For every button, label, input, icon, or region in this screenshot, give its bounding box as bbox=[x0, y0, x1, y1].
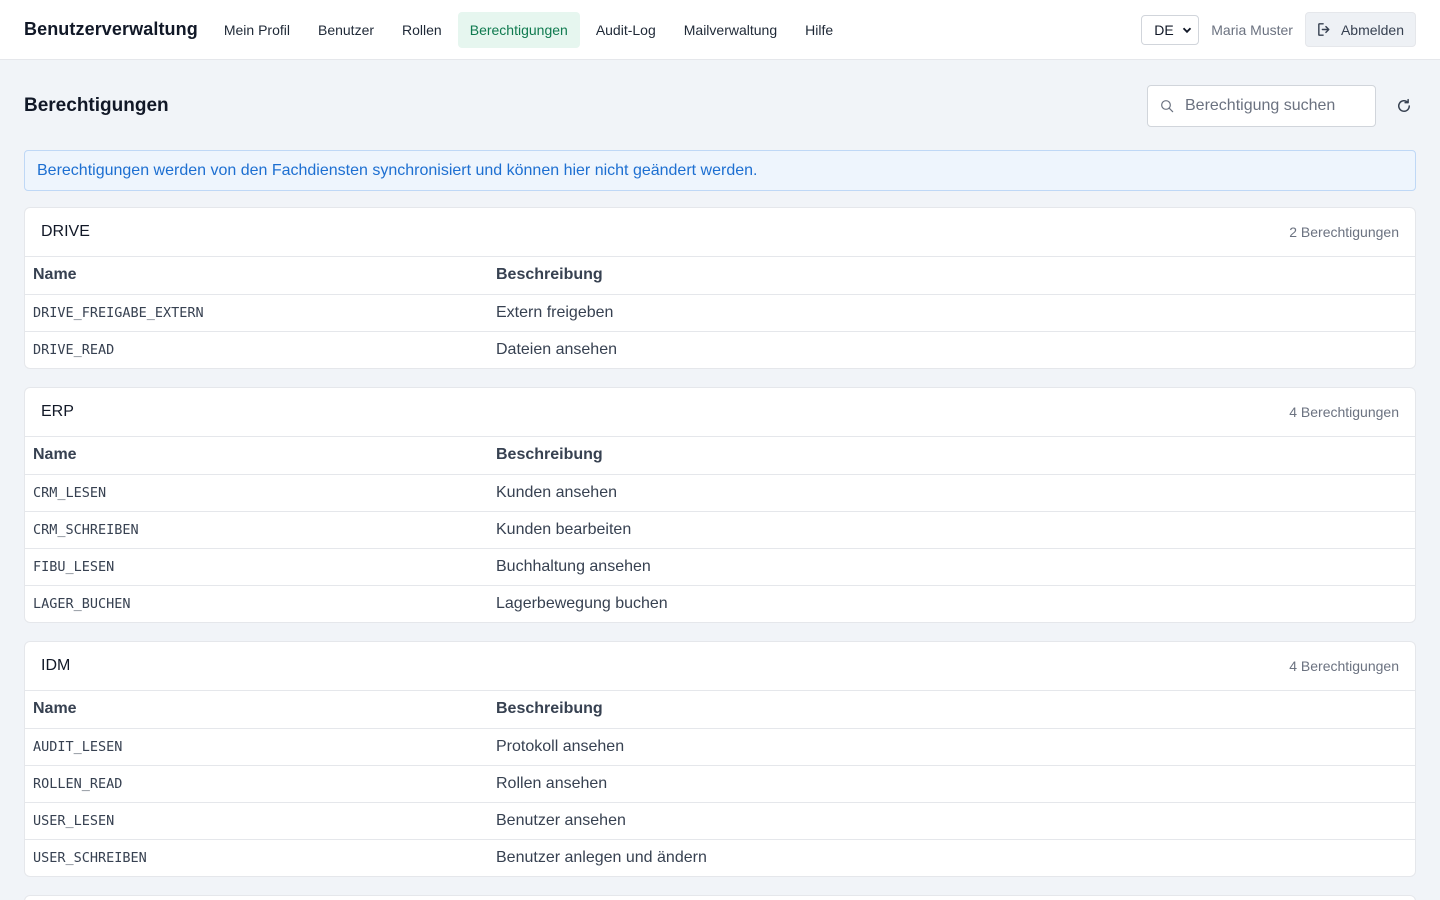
permission-description: Extern freigeben bbox=[488, 294, 1415, 332]
permission-name: CRM_LESEN bbox=[25, 474, 488, 512]
nav-item-mailverwaltung[interactable]: Mailverwaltung bbox=[672, 12, 789, 48]
language-select-value: DE bbox=[1154, 21, 1174, 38]
permissions-table: Name Beschreibung CRM_LESEN Kunden anseh… bbox=[25, 437, 1415, 622]
permission-name: AUDIT_LESEN bbox=[25, 728, 488, 766]
group-header: ERP 4 Berechtigungen bbox=[25, 388, 1415, 437]
table-header-row: Name Beschreibung bbox=[25, 691, 1415, 729]
permission-name: USER_SCHREIBEN bbox=[33, 849, 147, 866]
permissions-table: Name Beschreibung AUDIT_LESEN Protokoll … bbox=[25, 691, 1415, 876]
permission-name: USER_LESEN bbox=[25, 802, 488, 840]
logout-icon bbox=[1318, 23, 1330, 36]
table-row: AUDIT_LESEN Protokoll ansehen bbox=[25, 728, 1415, 766]
permission-name: DRIVE_FREIGABE_EXTERN bbox=[25, 294, 488, 332]
permission-description: Benutzer ansehen bbox=[488, 802, 1415, 840]
nav-item-audit-log[interactable]: Audit-Log bbox=[584, 12, 668, 48]
permission-description: Benutzer anlegen und ändern bbox=[496, 848, 707, 866]
permission-name: ROLLEN_READ bbox=[25, 765, 488, 803]
group-title: DRIVE bbox=[41, 223, 90, 240]
refresh-icon bbox=[1398, 98, 1410, 112]
nav-item-mein-profil[interactable]: Mein Profil bbox=[212, 12, 302, 48]
permission-name: FIBU_LESEN bbox=[25, 548, 488, 586]
chevron-down-icon bbox=[1183, 27, 1192, 33]
table-row: FIBU_LESEN Buchhaltung ansehen bbox=[25, 548, 1415, 586]
top-navigation-bar: Benutzerverwaltung Mein Profil Benutzer … bbox=[0, 0, 1440, 60]
permission-description: Rollen ansehen bbox=[488, 765, 1415, 803]
table-row: DRIVE_FREIGABE_EXTERN Extern freigeben bbox=[25, 294, 1415, 332]
column-header-description: Beschreibung bbox=[488, 257, 1415, 295]
permission-description: Dateien ansehen bbox=[496, 340, 617, 358]
logout-button-label: Abmelden bbox=[1340, 21, 1404, 38]
column-header-description: Beschreibung bbox=[488, 437, 1415, 475]
app-title: Benutzerverwaltung bbox=[24, 19, 198, 39]
table-row: USER_SCHREIBEN Benutzer anlegen und ände… bbox=[25, 839, 1415, 876]
table-header-row: Name Beschreibung bbox=[25, 437, 1415, 475]
permission-group-drive: DRIVE 2 Berechtigungen Name Beschreibung… bbox=[24, 207, 1416, 369]
table-row: USER_LESEN Benutzer ansehen bbox=[25, 802, 1415, 840]
permission-description: Protokoll ansehen bbox=[488, 728, 1415, 766]
table-row: ROLLEN_READ Rollen ansehen bbox=[25, 765, 1415, 803]
main-content: Berechtigungen Berechtigungen werden von… bbox=[0, 60, 1440, 900]
page-actions bbox=[1147, 85, 1416, 127]
column-header-name: Name bbox=[25, 437, 488, 475]
permissions-table: Name Beschreibung DRIVE_FREIGABE_EXTERN … bbox=[25, 257, 1415, 368]
permission-group-idm: IDM 4 Berechtigungen Name Beschreibung A… bbox=[24, 641, 1416, 877]
logout-button[interactable]: Abmelden bbox=[1304, 12, 1416, 47]
language-select[interactable]: DE bbox=[1141, 14, 1200, 45]
nav-item-benutzer[interactable]: Benutzer bbox=[306, 12, 386, 48]
permission-description: Kunden ansehen bbox=[488, 474, 1415, 512]
permission-description: Lagerbewegung buchen bbox=[496, 594, 668, 612]
column-header-name: Name bbox=[25, 691, 488, 729]
group-header: DRIVE 2 Berechtigungen bbox=[25, 208, 1415, 257]
page-header: Berechtigungen bbox=[24, 60, 1416, 150]
page-title: Berechtigungen bbox=[24, 95, 169, 116]
permission-name: CRM_SCHREIBEN bbox=[25, 511, 488, 549]
permission-name: LAGER_BUCHEN bbox=[33, 595, 131, 612]
permission-name: DRIVE_READ bbox=[33, 341, 115, 358]
search-box[interactable] bbox=[1147, 85, 1376, 127]
nav-item-rollen[interactable]: Rollen bbox=[390, 12, 454, 48]
group-count: 4 Berechtigungen bbox=[1289, 658, 1399, 674]
group-count: 2 Berechtigungen bbox=[1289, 224, 1399, 240]
search-icon bbox=[1161, 100, 1174, 113]
table-header-row: Name Beschreibung bbox=[25, 257, 1415, 295]
column-header-name: Name bbox=[25, 257, 488, 295]
refresh-button[interactable] bbox=[1394, 96, 1414, 116]
table-row: CRM_SCHREIBEN Kunden bearbeiten bbox=[25, 511, 1415, 549]
group-header: IDM 4 Berechtigungen bbox=[25, 642, 1415, 691]
search-input[interactable] bbox=[1185, 97, 1365, 115]
column-header-description: Beschreibung bbox=[488, 691, 1415, 729]
table-row: DRIVE_READ Dateien ansehen bbox=[25, 331, 1415, 368]
nav-item-berechtigungen[interactable]: Berechtigungen bbox=[457, 11, 580, 48]
permission-group-partial bbox=[24, 895, 1416, 900]
main-nav: Mein Profil Benutzer Rollen Berechtigung… bbox=[212, 11, 849, 48]
group-title: ERP bbox=[41, 403, 74, 420]
group-title: IDM bbox=[41, 657, 71, 674]
permission-description: Kunden bearbeiten bbox=[488, 511, 1415, 549]
permission-description: Buchhaltung ansehen bbox=[488, 548, 1415, 586]
group-count: 4 Berechtigungen bbox=[1289, 404, 1399, 420]
nav-item-hilfe[interactable]: Hilfe bbox=[793, 12, 845, 48]
info-banner: Berechtigungen werden von den Fachdienst… bbox=[24, 150, 1416, 191]
table-row: CRM_LESEN Kunden ansehen bbox=[25, 474, 1415, 512]
current-user-name: Maria Muster bbox=[1211, 21, 1293, 38]
table-row: LAGER_BUCHEN Lagerbewegung buchen bbox=[25, 585, 1415, 622]
permission-group-erp: ERP 4 Berechtigungen Name Beschreibung C… bbox=[24, 387, 1416, 623]
